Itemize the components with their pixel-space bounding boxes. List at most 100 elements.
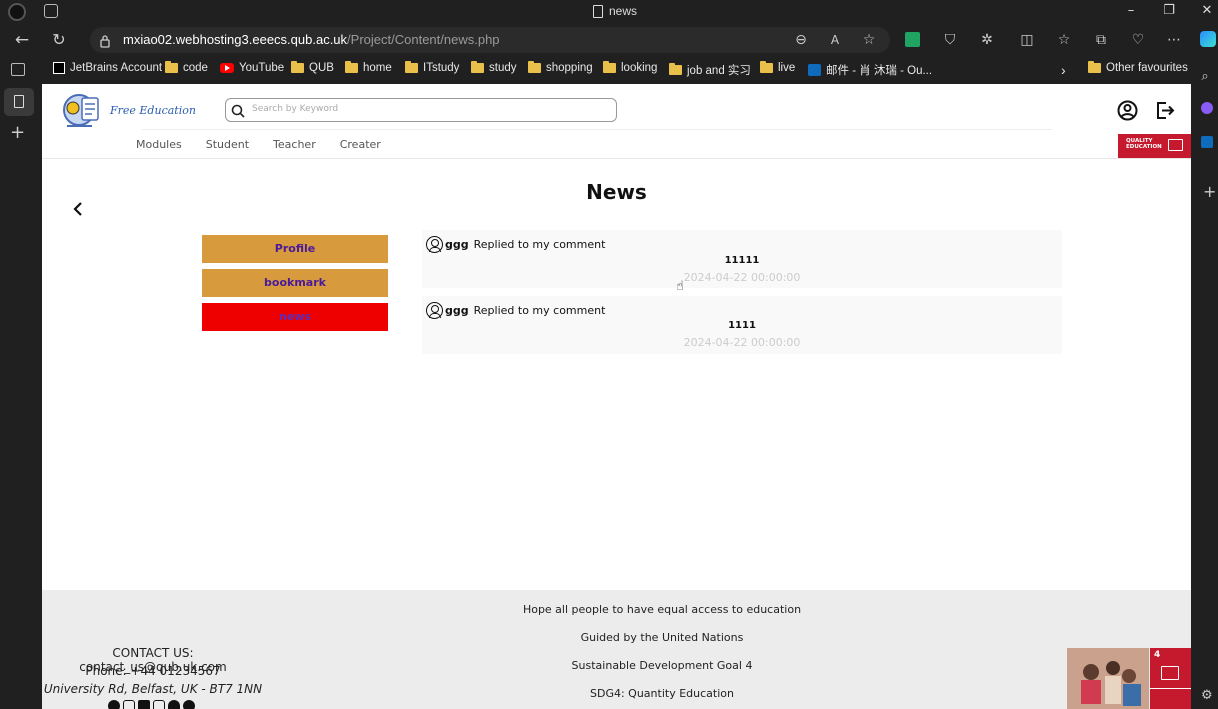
folder-icon	[669, 63, 682, 75]
youtube-icon	[220, 63, 234, 73]
bookmark-itstudy[interactable]: ITstudy	[405, 61, 459, 74]
news-action: Replied to my comment	[473, 304, 606, 317]
header-divider	[142, 129, 1052, 130]
tab[interactable]: news	[593, 4, 637, 18]
sdg4-number: 4	[1154, 650, 1161, 660]
bookmark-job[interactable]: job and 实习	[669, 62, 751, 78]
new-tab-icon[interactable]: +	[10, 122, 25, 143]
search-input[interactable]: Search by Keyword	[252, 104, 338, 114]
bookmark-jetbrains[interactable]: JetBrains Account	[53, 62, 162, 74]
bookmark-label: YouTube	[239, 62, 285, 74]
back-arrow-icon[interactable]	[72, 201, 84, 220]
tab-actions-icon[interactable]	[11, 63, 25, 76]
quality-education-badge: QUALITY EDUCATION	[1118, 134, 1191, 158]
profile-avatar[interactable]	[8, 3, 26, 21]
minimize-button[interactable]: –	[1121, 2, 1141, 20]
lock-icon[interactable]	[100, 33, 110, 48]
folder-icon	[760, 61, 773, 73]
close-button[interactable]: ✕	[1197, 2, 1217, 20]
bookmark-looking[interactable]: looking	[603, 61, 657, 74]
site-logo[interactable]: Free Education	[62, 90, 196, 130]
other-favourites[interactable]: Other favourites	[1088, 61, 1188, 74]
news-user: ggg	[445, 304, 469, 317]
main-nav: Modules Student Teacher Creater	[136, 138, 381, 151]
chevron-right-icon[interactable]: ›	[1061, 62, 1066, 78]
sidebar-settings-icon[interactable]: ⚙	[1201, 688, 1213, 703]
news-content: 11111	[724, 255, 760, 266]
favorite-star-icon[interactable]: ☆	[858, 29, 880, 51]
page-icon	[14, 95, 24, 108]
bookmark-youtube[interactable]: YouTube	[220, 62, 284, 74]
copilot-icon[interactable]	[1200, 31, 1216, 47]
more-menu-icon[interactable]: ⋯	[1163, 29, 1185, 51]
news-header: ggg Replied to my comment	[426, 236, 605, 253]
menu-profile-button[interactable]: Profile	[202, 235, 388, 263]
logout-icon[interactable]	[1154, 100, 1175, 125]
facebook-icon[interactable]	[108, 700, 120, 709]
nav-teacher[interactable]: Teacher	[273, 138, 316, 151]
url-path: /Project/Content/news.php	[347, 32, 500, 47]
tiktok-icon[interactable]	[183, 700, 195, 709]
sidebar-outlook-icon[interactable]	[1201, 136, 1213, 148]
performance-icon[interactable]: ♡	[1127, 29, 1149, 51]
nav-modules[interactable]: Modules	[136, 138, 182, 151]
back-icon[interactable]: ←	[11, 29, 33, 51]
contact-address: University Rd, Belfast, UK - BT7 1NN	[43, 682, 263, 696]
news-item[interactable]: ggg Replied to my comment 11111 2024-04-…	[422, 230, 1062, 288]
bookmark-qub[interactable]: QUB	[291, 61, 334, 74]
sidebar-search-icon[interactable]: ⌕	[1194, 66, 1216, 88]
menu-bookmark-button[interactable]: bookmark	[202, 269, 388, 297]
folder-icon	[291, 61, 304, 73]
shield-icon[interactable]: ⛉	[939, 29, 961, 51]
children-education-photo	[1067, 648, 1149, 709]
refresh-icon[interactable]: ↻	[48, 29, 70, 51]
social-links	[108, 700, 195, 709]
menu-news-button[interactable]: news	[202, 303, 388, 331]
nav-student[interactable]: Student	[206, 138, 249, 151]
restore-button[interactable]: ❐	[1159, 2, 1179, 20]
instagram-icon[interactable]	[123, 700, 135, 709]
twitter-icon[interactable]	[138, 700, 150, 709]
address-bar[interactable]: mxiao02.webhosting3.eeecs.qub.ac.uk/Proj…	[90, 27, 890, 53]
contact-phone: Phone: +44 01234567	[85, 664, 221, 678]
news-item[interactable]: ggg Replied to my comment 1111 2024-04-2…	[422, 296, 1062, 354]
read-aloud-icon[interactable]: A	[824, 29, 846, 51]
bookmark-label: job and 实习	[687, 65, 751, 77]
user-icon	[426, 236, 443, 253]
split-screen-icon[interactable]: ◫	[1016, 29, 1038, 51]
account-icon[interactable]	[1117, 100, 1138, 125]
sidebar-app-icon[interactable]	[1201, 102, 1213, 114]
bookmark-code[interactable]: code	[165, 61, 208, 74]
bookmark-label: JetBrains Account	[70, 62, 163, 74]
bookmark-label: home	[363, 62, 392, 74]
bookmark-home[interactable]: home	[345, 61, 392, 74]
favorites-icon[interactable]: ☆	[1053, 29, 1075, 51]
sidebar-add-icon[interactable]: +	[1203, 182, 1216, 201]
footer-line: Guided by the United Nations	[580, 631, 744, 644]
news-header: ggg Replied to my comment	[426, 302, 605, 319]
zoom-icon[interactable]: ⊖	[790, 29, 812, 51]
bookmark-label: Other favourites	[1106, 62, 1188, 74]
snapchat-icon[interactable]	[168, 700, 180, 709]
youtube-icon[interactable]	[153, 700, 165, 709]
active-tab-button[interactable]	[4, 88, 34, 116]
extensions-icon[interactable]: ✲	[976, 29, 998, 51]
workspaces-icon[interactable]	[44, 4, 58, 18]
nav-creater[interactable]: Creater	[340, 138, 381, 151]
bookmark-shopping[interactable]: shopping	[528, 61, 593, 74]
search-box[interactable]: Search by Keyword	[225, 98, 617, 122]
logo-icon	[62, 90, 104, 130]
news-content: 1111	[728, 320, 756, 331]
bookmark-live[interactable]: live	[760, 61, 795, 74]
tab-title: news	[609, 4, 638, 18]
bookmark-study[interactable]: study	[471, 61, 517, 74]
sdg4-badge: 4	[1150, 648, 1191, 709]
collections-icon[interactable]: ⧉	[1090, 29, 1112, 51]
bookmark-outlook[interactable]: 邮件 - 肖 沐瑞 - Ou...	[808, 62, 932, 78]
vertical-tabs-bar: +	[0, 63, 42, 709]
folder-icon	[345, 61, 358, 73]
news-action: Replied to my comment	[473, 238, 606, 251]
page-icon	[593, 4, 603, 18]
search-icon	[231, 103, 245, 122]
extension-sheets-icon[interactable]	[905, 32, 920, 47]
